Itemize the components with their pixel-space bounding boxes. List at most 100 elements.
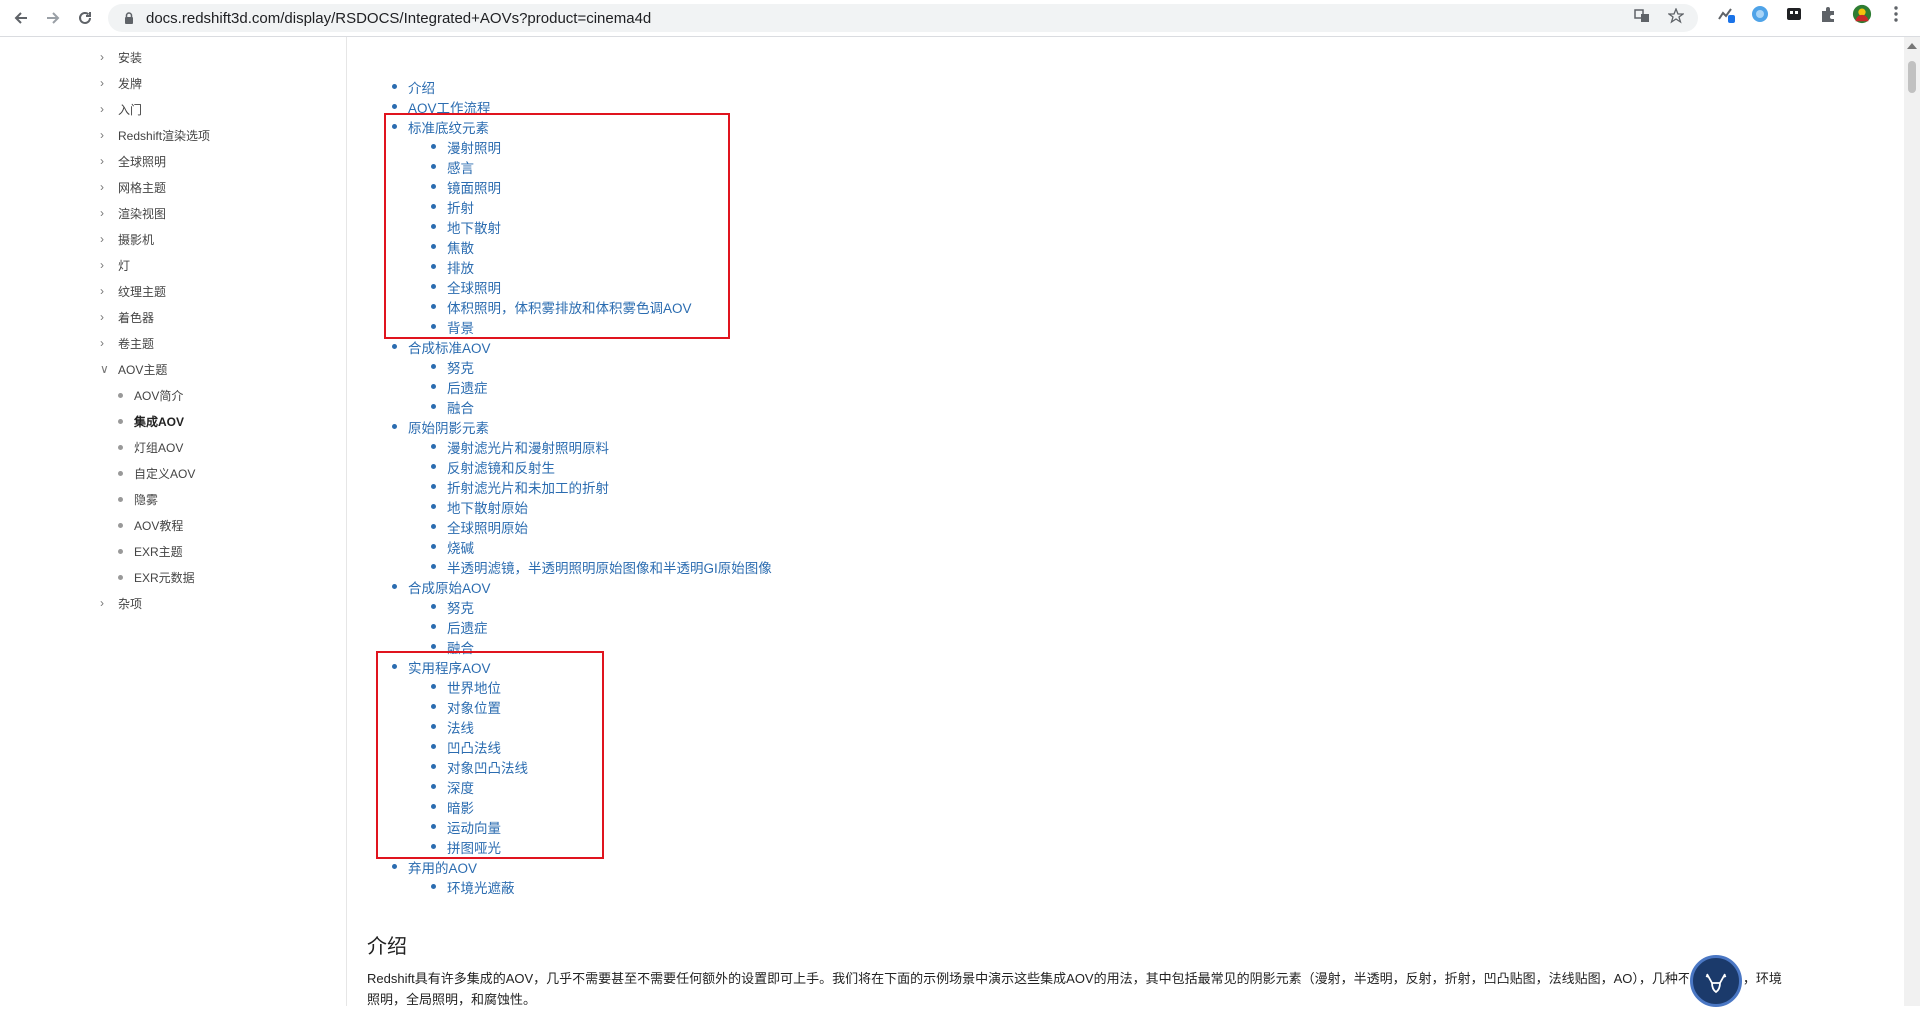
bullet-icon [392, 104, 397, 109]
bullet-icon [431, 384, 436, 389]
sidebar-subitem-4[interactable]: 隐雾 [118, 489, 158, 509]
sidebar-subitem-7[interactable]: EXR元数据 [118, 567, 195, 587]
extension-icon-dark[interactable] [1784, 4, 1804, 24]
bullet-icon [392, 424, 397, 429]
bullet-icon [118, 496, 123, 502]
sidebar-subitem-label: 隐雾 [134, 492, 159, 507]
toc-link-l2[interactable]: 后遗症 [447, 377, 488, 397]
highlight-box-utility [376, 651, 604, 859]
sidebar-item-0[interactable]: › 安装 [100, 47, 142, 67]
arrow-right-icon[interactable] [38, 3, 68, 33]
bullet-icon [431, 504, 436, 509]
sidebar-subitem-label: EXR主题 [134, 544, 183, 559]
toc-link-l2[interactable]: 漫射滤光片和漫射照明原料 [447, 437, 609, 457]
bullet-icon [392, 84, 397, 89]
scroll-up-arrow-icon[interactable] [1907, 43, 1917, 49]
reload-icon[interactable] [70, 3, 100, 33]
bullet-icon [431, 484, 436, 489]
toc-link-l2[interactable]: 地下散射原始 [447, 497, 528, 517]
avatar[interactable] [1852, 4, 1872, 24]
sidebar-item-label: 入门 [118, 102, 143, 117]
sidebar-item-10[interactable]: › 着色器 [100, 307, 154, 327]
bullet-icon [431, 404, 436, 409]
toc-link-l2[interactable]: 努克 [447, 357, 474, 377]
star-icon[interactable] [1667, 7, 1685, 28]
bullet-icon [431, 464, 436, 469]
sidebar-subitem-5[interactable]: AOV教程 [118, 515, 183, 535]
chevron-right-icon: › [100, 76, 104, 90]
arrow-left-icon[interactable] [6, 3, 36, 33]
sidebar-item-1[interactable]: › 发牌 [100, 73, 142, 93]
chevron-right-icon: › [100, 336, 104, 350]
toc-link-l2[interactable]: 后遗症 [447, 617, 488, 637]
bullet-icon [431, 644, 436, 649]
sidebar-item-label: 着色器 [118, 310, 155, 325]
translate-icon[interactable] [1634, 8, 1650, 28]
sidebar-item-8[interactable]: › 灯 [100, 255, 130, 275]
extension-icon-stats[interactable] [1716, 4, 1736, 24]
sidebar-item-label: 灯 [118, 258, 131, 273]
section-heading: 介绍 [367, 936, 407, 958]
extension-icon-globe[interactable] [1750, 4, 1770, 24]
toc-link-l2[interactable]: 烧碱 [447, 537, 474, 557]
bullet-icon [431, 364, 436, 369]
bullet-icon [392, 344, 397, 349]
highlight-box-standard [384, 113, 730, 339]
toc-link-l2[interactable]: 反射滤镜和反射生 [447, 457, 555, 477]
sidebar-item-misc[interactable]: › 杂项 [100, 593, 142, 613]
sidebar-item-label: 纹理主题 [118, 284, 167, 299]
toc-link-l2[interactable]: 折射滤光片和未加工的折射 [447, 477, 609, 497]
chevron-right-icon: › [100, 310, 104, 324]
toc-link-l2[interactable]: 环境光遮蔽 [447, 877, 515, 897]
sidebar-item-label: 网格主题 [118, 180, 167, 195]
toc-link-l2[interactable]: 融合 [447, 397, 474, 417]
sidebar-subitem-6[interactable]: EXR主题 [118, 541, 183, 561]
main-content: 介绍 AOV工作流程 标准底纹元素 漫射照明 感言 镜面照明 折射 地下散射 焦散 排放 全球照明体… [347, 37, 1900, 1007]
chevron-right-icon: › [100, 258, 104, 272]
puzzle-icon[interactable] [1818, 4, 1838, 24]
sidebar-item-2[interactable]: › 入门 [100, 99, 142, 119]
sidebar-subitem-3[interactable]: 自定义AOV [118, 463, 195, 483]
sidebar-item-12[interactable]: ∨ AOV主题 [100, 359, 167, 379]
sidebar-item-3[interactable]: › Redshift渲染选项 [100, 125, 210, 145]
sidebar-item-6[interactable]: › 渲染视图 [100, 203, 166, 223]
toc-link-l2[interactable]: 全球照明原始 [447, 517, 528, 537]
scrollbar[interactable] [1904, 37, 1920, 1006]
toc-link-l1[interactable]: 弃用的AOV [408, 857, 477, 877]
scroll-thumb[interactable] [1908, 61, 1916, 93]
sidebar-item-11[interactable]: › 卷主题 [100, 333, 154, 353]
address-bar[interactable]: docs.redshift3d.com/display/RSDOCS/Integ… [108, 4, 1698, 32]
sidebar-item-9[interactable]: › 纹理主题 [100, 281, 166, 301]
sidebar-item-4[interactable]: › 全球照明 [100, 151, 166, 171]
deer-logo-icon [1690, 955, 1742, 1007]
bullet-icon [118, 444, 123, 450]
extensions-area [1716, 4, 1906, 24]
toc-link-l1[interactable]: 原始阴影元素 [408, 417, 489, 437]
docs-sidebar: › 安装 › 发牌 › 入门 › Redshift渲染选项 › 全球照明 › 网格主题 › 渲染视图 › 摄影… [0, 37, 347, 1006]
sidebar-item-label: 全球照明 [118, 154, 167, 169]
sidebar-item-7[interactable]: › 摄影机 [100, 229, 154, 249]
bullet-icon [118, 574, 123, 580]
chevron-right-icon: › [100, 232, 104, 246]
chevron-right-icon: › [100, 102, 104, 116]
toc-link-l1[interactable]: 合成原始AOV [408, 577, 491, 597]
toc-link-l1[interactable]: 介绍 [408, 77, 435, 97]
sidebar-subitem-label: 自定义AOV [134, 466, 196, 481]
toc-link-l2[interactable]: 半透明滤镜，半透明照明原始图像和半透明GI原始图像 [447, 557, 772, 577]
sidebar-item-5[interactable]: › 网格主题 [100, 177, 166, 197]
toc-link-l1[interactable]: 合成标准AOV [408, 337, 491, 357]
sidebar-subitem-1[interactable]: 集成AOV [118, 411, 184, 431]
toc-link-l2[interactable]: 努克 [447, 597, 474, 617]
chevron-right-icon: › [100, 206, 104, 220]
bullet-icon [118, 470, 123, 476]
bullet-icon [392, 584, 397, 589]
sidebar-subitem-0[interactable]: AOV简介 [118, 385, 183, 405]
more-vert-icon[interactable] [1886, 4, 1906, 24]
lock-icon [125, 12, 133, 24]
bullet-icon [431, 624, 436, 629]
sidebar-item-label: 杂项 [118, 596, 143, 611]
bullet-icon [118, 418, 123, 424]
sidebar-subitem-2[interactable]: 灯组AOV [118, 437, 183, 457]
sidebar-subitem-label: EXR元数据 [134, 570, 195, 585]
url-text: docs.redshift3d.com/display/RSDOCS/Integ… [146, 9, 652, 27]
